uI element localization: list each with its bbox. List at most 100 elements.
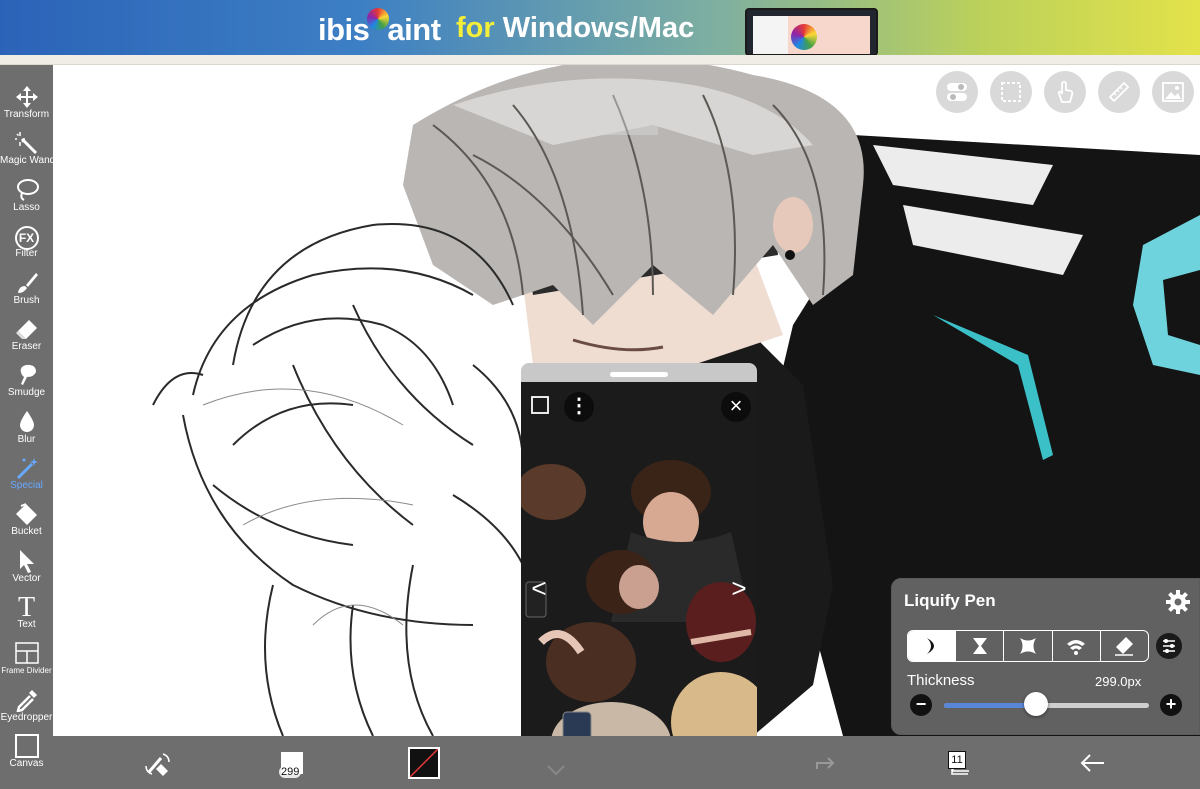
eyedropper-icon (0, 684, 53, 713)
tool-text[interactable]: T Text (0, 591, 53, 637)
tool-lasso[interactable]: Lasso (0, 174, 53, 220)
special-wand-icon (0, 452, 53, 480)
tool-eyedropper[interactable]: Eyedropper (0, 684, 53, 730)
lasso-icon (0, 174, 53, 202)
tool-bucket[interactable]: Bucket (0, 498, 53, 544)
reference-next-button[interactable]: > (726, 573, 752, 603)
banner-divider (0, 55, 1200, 65)
image-reference-icon (1162, 82, 1184, 102)
hand-gesture-button[interactable] (1044, 71, 1086, 113)
mode-push[interactable] (908, 631, 956, 661)
canvas-square-icon (0, 730, 53, 758)
tool-smudge[interactable]: Smudge (0, 359, 53, 405)
mode-expand[interactable] (1003, 631, 1051, 661)
reference-photo-art (521, 382, 757, 769)
redo-button[interactable] (813, 736, 843, 789)
tool-frame-divider[interactable]: Frame Divider (0, 637, 53, 683)
tool-eraser[interactable]: Eraser (0, 313, 53, 359)
back-button[interactable] (1078, 736, 1108, 789)
thickness-slider-fill (944, 703, 1037, 708)
tool-switch-button[interactable] (143, 736, 175, 789)
bottom-toolbar: 299 11 (53, 736, 1200, 789)
ibispaint-logo: ibis aint (318, 8, 441, 48)
expand-mode-icon (1020, 638, 1036, 654)
color-wheel-icon (791, 24, 817, 50)
sliders-icon (1163, 639, 1175, 653)
arrow-down-icon (547, 765, 565, 776)
reference-window-drag-handle[interactable] (610, 372, 668, 377)
thickness-decrease-button[interactable]: − (910, 694, 932, 716)
layers-button[interactable]: 11 (946, 750, 972, 776)
liquify-pen-panel: Liquify Pen Thickness 299.0px − + (891, 578, 1200, 735)
settings-gear-button[interactable] (1165, 589, 1191, 615)
reference-photo (521, 382, 757, 769)
text-t-icon: T (17, 592, 36, 623)
reference-menu-button[interactable]: ⋮ (564, 392, 594, 422)
tool-transform[interactable]: Transform (0, 81, 53, 127)
droplet-icon (0, 406, 53, 434)
brush-size-button[interactable]: 299 (277, 746, 309, 778)
brush-size-value: 299 (279, 766, 302, 778)
redo-icon (816, 757, 835, 769)
ibispaint-window: ibis aint for Windows/Mac Transform Magi… (0, 0, 1200, 789)
more-vertical-icon: ⋮ (569, 395, 589, 417)
banner-platform-text: Windows/Mac (502, 12, 695, 44)
tool-blur[interactable]: Blur (0, 406, 53, 452)
plus-icon: + (1165, 694, 1177, 714)
bucket-icon (0, 498, 53, 526)
mode-restore[interactable] (1099, 631, 1148, 661)
thickness-label: Thickness (907, 672, 975, 689)
reference-expand-button[interactable] (529, 394, 551, 416)
panel-title: Liquify Pen (904, 591, 996, 610)
brush-adjust-button[interactable] (1156, 633, 1182, 659)
layer-count: 11 (948, 751, 966, 769)
magic-wand-icon (0, 127, 53, 155)
tool-magic-wand[interactable]: Magic Wand (0, 127, 55, 173)
reference-close-button[interactable]: × (721, 392, 751, 422)
reference-prev-button[interactable]: < (526, 573, 552, 603)
ruler-button[interactable] (1098, 71, 1140, 113)
square-frame-icon (531, 396, 549, 414)
mode-twirl[interactable] (1051, 631, 1100, 661)
tool-sidebar: Transform Magic Wand Lasso FX Filter Bru… (0, 65, 55, 789)
thickness-slider-knob[interactable] (1024, 692, 1049, 716)
push-mode-icon (926, 638, 934, 654)
close-icon: × (729, 393, 743, 418)
thickness-value: 299.0px (1095, 674, 1142, 689)
gear-icon (1166, 590, 1190, 614)
pinch-mode-icon (972, 638, 987, 654)
ruler-icon (1108, 81, 1130, 103)
smudge-icon (0, 359, 53, 387)
move-arrows-icon (0, 81, 53, 109)
arrow-left-icon (1080, 754, 1104, 772)
banner-tagline: for Windows/Mac (456, 12, 694, 45)
hand-gesture-icon (1057, 81, 1074, 103)
eraser-icon (0, 313, 53, 341)
banner-app-preview (745, 8, 878, 56)
brush-eraser-swap-icon (145, 753, 170, 776)
tool-brush[interactable]: Brush (0, 267, 53, 313)
selection-icon (1001, 82, 1021, 102)
frame-divider-icon (0, 637, 53, 665)
twirl-mode-icon (1067, 640, 1086, 655)
toggle-button[interactable] (936, 71, 978, 113)
mode-pinch[interactable] (955, 631, 1003, 661)
selection-button[interactable] (990, 71, 1032, 113)
banner-for-text: for (456, 12, 495, 44)
minus-icon: − (915, 694, 927, 714)
liquify-mode-selector (907, 630, 1149, 662)
tool-special[interactable]: Special (0, 452, 53, 498)
ad-banner[interactable]: ibis aint for Windows/Mac (0, 0, 1200, 56)
reference-window[interactable]: ⋮ × < > (521, 363, 757, 769)
color-swatch-button[interactable] (408, 747, 440, 779)
tool-vector[interactable]: Vector (0, 545, 53, 591)
tool-filter[interactable]: FX Filter (0, 220, 53, 266)
download-button[interactable] (543, 736, 573, 789)
restore-eraser-icon (1115, 637, 1134, 656)
thickness-increase-button[interactable]: + (1160, 694, 1182, 716)
tool-canvas[interactable]: Canvas (0, 730, 53, 776)
reference-image-button[interactable] (1152, 71, 1194, 113)
fx-icon: FX (0, 220, 53, 250)
color-swatch-icon (410, 749, 438, 777)
toggle-icon (947, 83, 967, 101)
